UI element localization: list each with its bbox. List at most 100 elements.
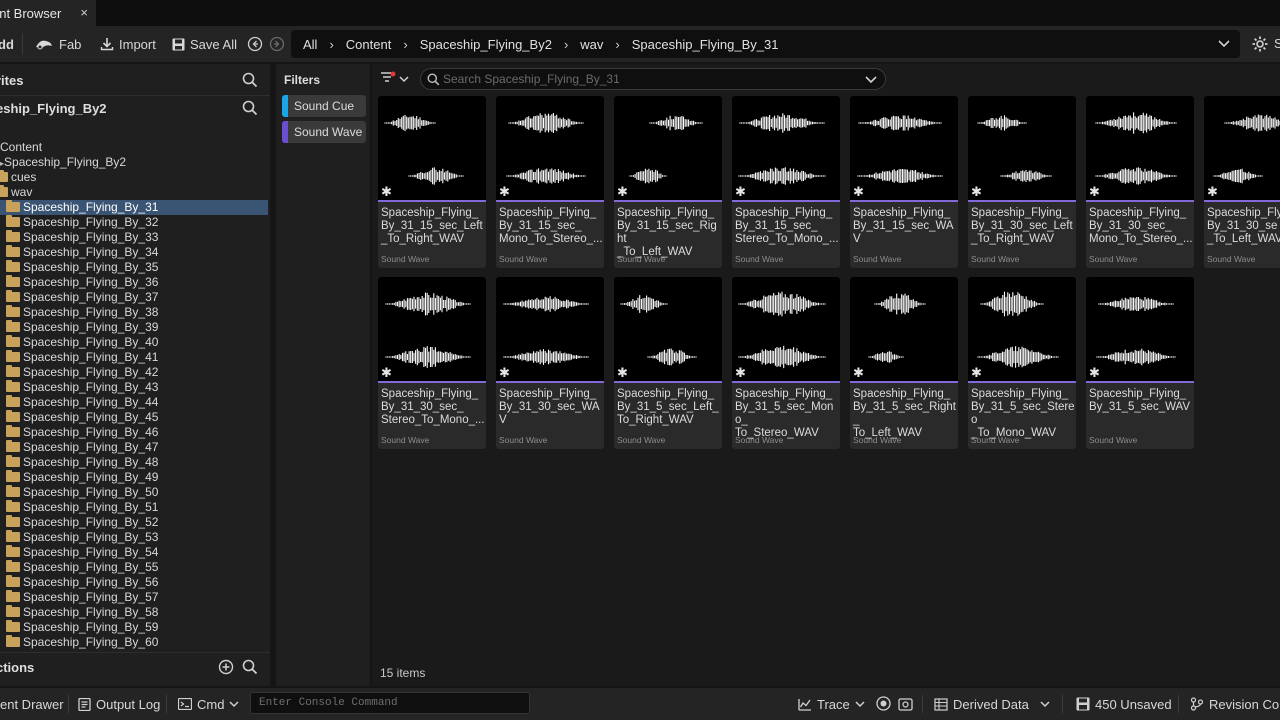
breadcrumb-item-content[interactable]: Content <box>346 37 392 52</box>
filter-color-swatch <box>282 121 288 143</box>
tree-item-content[interactable]: Content <box>0 140 268 155</box>
import-button[interactable]: Import <box>100 31 156 57</box>
tree-item-folder[interactable]: Spaceship_Flying_By_58 <box>0 605 268 620</box>
settings-label[interactable]: S <box>1274 36 1280 51</box>
record-icon[interactable] <box>876 696 891 711</box>
tree-item-folder[interactable]: Spaceship_Flying_By_43 <box>0 380 268 395</box>
derived-data-dropdown[interactable]: Derived Data <box>934 688 1050 720</box>
collections-header[interactable]: ctions <box>0 653 270 681</box>
breadcrumb-item-current[interactable]: Spaceship_Flying_By_31 <box>632 37 779 52</box>
tree-item-folder[interactable]: Spaceship_Flying_By_38 <box>0 305 268 320</box>
tree-item-folder[interactable]: Spaceship_Flying_By_45 <box>0 410 268 425</box>
asset-tile[interactable]: ✱ Spaceship_Flying_ By_31_15_sec_WAV Sound … <box>850 96 958 268</box>
breadcrumb-item-wav[interactable]: wav <box>580 37 603 52</box>
tab-close-icon[interactable]: × <box>80 5 88 20</box>
asset-tile[interactable]: ✱ Spaceship_Flying_ By_31_15_sec_Left _To_R… <box>378 96 486 268</box>
history-back-icon[interactable] <box>247 36 263 52</box>
asset-name-line: By_31_5_sec_Left_ <box>617 401 719 413</box>
unsaved-button[interactable]: 450 Unsaved <box>1076 688 1172 720</box>
asset-tile[interactable]: ✱ Spaceship_Flying_ By_31_30_sec_Left _To_R… <box>968 96 1076 268</box>
search-icon[interactable] <box>242 72 258 88</box>
tree-item-folder[interactable]: Spaceship_Flying_By_44 <box>0 395 268 410</box>
cmd-dropdown[interactable]: Cmd <box>178 688 239 720</box>
asset-tile[interactable]: ✱ Spaceship_Flying_ By_31_30_sec_ Stereo_To… <box>378 277 486 449</box>
tree-item-project[interactable]: ▸Spaceship_Flying_By2 <box>0 155 268 170</box>
tree-item-folder[interactable]: Spaceship_Flying_By_52 <box>0 515 268 530</box>
favorites-header[interactable]: rites <box>0 66 270 94</box>
settings-gear-icon[interactable] <box>1252 36 1268 52</box>
tree-item-label: Spaceship_Flying_By_49 <box>23 470 159 484</box>
console-input[interactable] <box>251 693 529 713</box>
asset-tile[interactable]: ✱ Spaceship_Flying_ By_31_5_sec_WAV Sound W… <box>1086 277 1194 449</box>
project-header[interactable]: eship_Flying_By2 <box>0 94 270 122</box>
content-drawer-button[interactable]: ent Drawer <box>0 688 64 720</box>
revision-control-button[interactable]: Revision Con <box>1190 688 1280 720</box>
save-all-button[interactable]: Save All <box>172 31 237 57</box>
trace-icon <box>798 698 811 711</box>
breadcrumb-item-project[interactable]: Spaceship_Flying_By2 <box>420 37 552 52</box>
search-icon[interactable] <box>242 100 258 116</box>
add-button[interactable]: dd <box>0 31 14 57</box>
tree-item-folder[interactable]: Spaceship_Flying_By_56 <box>0 575 268 590</box>
tree-item-folder[interactable]: Spaceship_Flying_By_39 <box>0 320 268 335</box>
asset-tile[interactable]: ✱ Spaceship_Flying_ By_31_5_sec_Left_ To_Ri… <box>614 277 722 449</box>
search-icon[interactable] <box>242 659 258 675</box>
asset-tile[interactable]: ✱ Spaceship_Flying_ By_31_5_sec_Mono_ To_St… <box>732 277 840 449</box>
tree-item-folder[interactable]: Spaceship_Flying_By_41 <box>0 350 268 365</box>
folder-icon <box>6 275 20 287</box>
tree-item-folder[interactable]: Spaceship_Flying_By_37 <box>0 290 268 305</box>
filter-sound-wave[interactable]: Sound Wave <box>282 121 366 143</box>
breadcrumb-item-all[interactable]: All <box>303 37 317 52</box>
tree-item-folder[interactable]: Spaceship_Flying_By_54 <box>0 545 268 560</box>
tree-item-folder[interactable]: Spaceship_Flying_By_34 <box>0 245 268 260</box>
tree-item-folder[interactable]: Spaceship_Flying_By_36 <box>0 275 268 290</box>
tree-item-folder[interactable]: Spaceship_Flying_By_53 <box>0 530 268 545</box>
tree-item-folder[interactable]: Spaceship_Flying_By_40 <box>0 335 268 350</box>
folder-icon <box>6 590 20 602</box>
tree-item-folder[interactable]: Spaceship_Flying_By_57 <box>0 590 268 605</box>
waveform-icon <box>385 292 471 368</box>
output-log-button[interactable]: Output Log <box>78 688 160 720</box>
tree-item-folder[interactable]: Spaceship_Flying_By_59 <box>0 620 268 635</box>
asset-tile[interactable]: ✱ Spaceship_Flying_ By_31_5_sec_Stereo _To_… <box>968 277 1076 449</box>
asset-tile[interactable]: ✱ Spaceship_Flying_ By_31_5_sec_Right_ To_L… <box>850 277 958 449</box>
tree-item-folder[interactable]: Spaceship_Flying_By_47 <box>0 440 268 455</box>
tree-item-folder[interactable]: Spaceship_Flying_By_51 <box>0 500 268 515</box>
tree-item-folder[interactable]: Spaceship_Flying_By_33 <box>0 230 268 245</box>
history-forward-icon[interactable] <box>269 36 285 52</box>
asset-tile[interactable]: ✱ Spaceship_Flying_ By_31_15_sec_Right _To_… <box>614 96 722 268</box>
asset-tile[interactable]: ✱ Spaceship_Flying_ By_31_15_sec_ Mono_To_S… <box>496 96 604 268</box>
search-icon <box>427 73 440 86</box>
fab-icon <box>36 40 52 50</box>
tree-item-folder[interactable]: Spaceship_Flying_By_50 <box>0 485 268 500</box>
asset-tile[interactable]: ✱ Spaceship_Flying_ By_31_15_sec_ Stereo_To… <box>732 96 840 268</box>
asset-tile[interactable]: ✱ Spaceship_Flying_ By_31_30_sec_ Mono_To_S… <box>1086 96 1194 268</box>
tree-item-folder[interactable]: Spaceship_Flying_By_48 <box>0 455 268 470</box>
tree-item-folder[interactable]: Spaceship_Flying_By_55 <box>0 560 268 575</box>
add-collection-icon[interactable] <box>218 659 234 675</box>
tab-content-browser[interactable]: ent Browser × <box>0 0 96 26</box>
search-input[interactable] <box>443 71 843 87</box>
filter-sound-cue[interactable]: Sound Cue <box>282 95 366 117</box>
chevron-down-icon[interactable] <box>1218 40 1230 48</box>
tree-item-folder[interactable]: Spaceship_Flying_By_35 <box>0 260 268 275</box>
tree-item-folder[interactable]: Spaceship_Flying_By_31 <box>0 200 268 215</box>
tree-item-cues[interactable]: cues <box>0 170 268 185</box>
tree-item-folder[interactable]: Spaceship_Flying_By_42 <box>0 365 268 380</box>
asset-name: Spaceship_Flying_ By_31_30_sec_Left _To_Ri… <box>971 207 1075 246</box>
screenshot-icon[interactable] <box>898 697 913 711</box>
tree-item-folder[interactable]: Spaceship_Flying_By_49 <box>0 470 268 485</box>
trace-dropdown[interactable]: Trace <box>798 688 865 720</box>
tree-item-folder[interactable]: Spaceship_Flying_By_32 <box>0 215 268 230</box>
tree-item-wav[interactable]: wav <box>0 185 268 200</box>
asset-tile[interactable]: ✱ Spaceship_Fly By_31_30_se _To_Left_WAV Sou… <box>1204 96 1280 268</box>
chevron-down-icon[interactable] <box>865 76 877 84</box>
tree-item-folder[interactable]: Spaceship_Flying_By_46 <box>0 425 268 440</box>
fab-button[interactable]: Fab <box>34 31 81 57</box>
filter-funnel-icon[interactable] <box>380 71 410 87</box>
folder-icon <box>6 335 20 347</box>
asset-tile[interactable]: ✱ Spaceship_Flying_ By_31_30_sec_WAV Sound … <box>496 277 604 449</box>
filter-color-swatch <box>282 95 288 117</box>
tree-item-folder[interactable]: Spaceship_Flying_By_60 <box>0 635 268 650</box>
waveform-icon <box>977 291 1059 368</box>
